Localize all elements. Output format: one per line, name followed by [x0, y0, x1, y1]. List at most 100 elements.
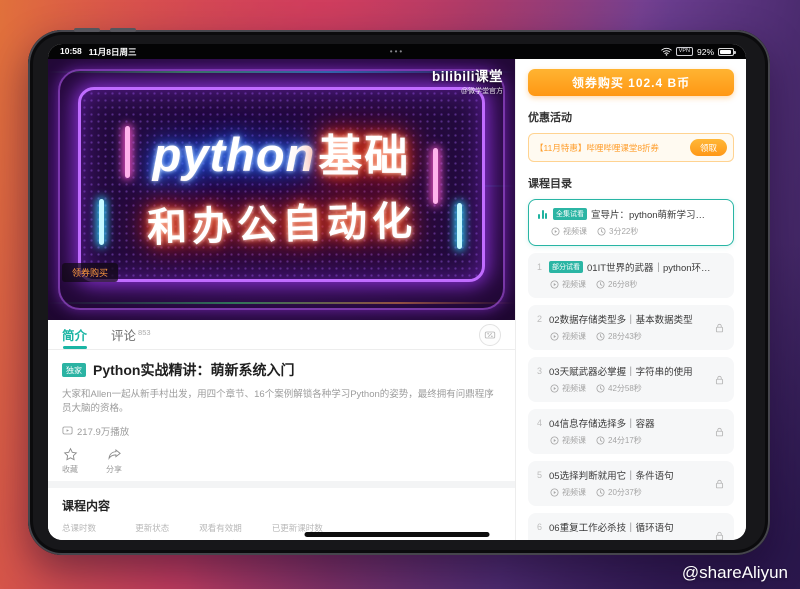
episode-card[interactable]: 3 03天赋武器必掌握｜字符串的使用 视频课 42分58秒	[528, 357, 734, 402]
lock-icon	[714, 322, 725, 333]
stat-value: 30课时	[272, 538, 323, 541]
neon-tube	[125, 126, 130, 178]
course-content-heading: 课程内容	[62, 497, 501, 514]
trial-badge: 部分试看	[549, 261, 583, 273]
episode-card[interactable]: 2 02数据存储类型多｜基本数据类型 视频课 28分43秒	[528, 305, 734, 350]
coupon-buy-chip[interactable]: 领券购买	[62, 263, 118, 282]
episode-meta-row: 视频课 25分32秒	[550, 539, 725, 540]
vpn-badge: VPN	[676, 47, 693, 56]
episode-meta-row: 视频课 26分8秒	[550, 279, 725, 290]
buy-button[interactable]: 领券购买 102.4 B币	[528, 69, 734, 96]
episode-number: 2	[537, 314, 545, 324]
episode-type-label: 视频课	[563, 226, 587, 237]
stat-label: 更新状态	[135, 522, 169, 534]
episode-duration: 24分17秒	[608, 435, 642, 446]
lock-icon	[714, 478, 725, 489]
tab-intro[interactable]: 简介	[62, 320, 87, 349]
neon-billboard: python 基础 和办公自动化	[78, 87, 485, 282]
video-player[interactable]: python 基础 和办公自动化 bilibili课堂 @微学堂官方 领券购买	[48, 59, 515, 320]
lock-icon	[714, 374, 725, 385]
play-circle-icon	[550, 332, 559, 341]
episode-card[interactable]: 全集试看 宣导片：python萌新学习指南 视频课 3分22秒	[528, 199, 734, 246]
stat-value: 共30课时	[62, 538, 105, 541]
episode-duration: 42分58秒	[608, 383, 642, 394]
lock-icon	[714, 426, 725, 437]
wifi-icon	[661, 47, 672, 56]
tab-comments[interactable]: 评论853	[111, 325, 151, 344]
episode-title: 05选择判断就用它｜条件语句	[549, 468, 674, 482]
coupon-text: 【11月特惠】哔哩哔哩课堂8折券	[535, 142, 684, 154]
multitask-dots-icon[interactable]: •••	[390, 48, 404, 56]
star-icon	[63, 447, 78, 462]
tablet-device: 10:58 11月8日周三 ••• VPN 92%	[28, 30, 770, 555]
neon-tube	[457, 203, 462, 249]
episode-meta-row: 视频课 42分58秒	[550, 383, 725, 394]
episode-number: 6	[537, 522, 545, 532]
coupon-banner: 【11月特惠】哔哩哔哩课堂8折券 领取	[528, 133, 734, 162]
course-info-panel: 简介 评论853 独家 Python实战精讲：萌新系统入门 大家和Allen一起…	[48, 320, 515, 540]
episode-list: 全集试看 宣导片：python萌新学习指南 视频课 3分22秒 1 部分试看 0…	[528, 199, 734, 540]
episode-duration: 3分22秒	[609, 226, 638, 237]
left-column: python 基础 和办公自动化 bilibili课堂 @微学堂官方 领券购买	[48, 59, 515, 540]
exclusive-badge: 独家	[62, 363, 86, 377]
episode-type-label: 视频课	[562, 279, 586, 290]
status-time: 10:58	[60, 46, 82, 58]
home-indicator[interactable]	[305, 532, 490, 537]
glitch-line	[48, 302, 515, 304]
neon-subtitle: 和办公自动化	[146, 188, 417, 253]
play-circle-icon	[550, 384, 559, 393]
episode-title: 宣导片：python萌新学习指南	[591, 207, 710, 221]
catalog-heading: 课程目录	[528, 175, 734, 191]
episode-duration: 25分32秒	[608, 539, 642, 540]
volume-down-button[interactable]	[110, 28, 136, 32]
comments-count: 853	[138, 328, 151, 337]
episode-duration: 20分37秒	[608, 487, 642, 498]
claim-coupon-button[interactable]: 领取	[690, 139, 727, 156]
favorite-button[interactable]: 收藏	[62, 447, 78, 475]
neon-tube	[99, 199, 104, 245]
promo-heading: 优惠活动	[528, 109, 734, 125]
course-sidebar: 领券购买 102.4 B币 优惠活动 【11月特惠】哔哩哔哩课堂8折券 领取 课…	[515, 59, 746, 540]
clock-icon	[596, 488, 605, 497]
clock-icon	[596, 384, 605, 393]
play-circle-icon	[550, 488, 559, 497]
episode-card[interactable]: 4 04信息存储选择多｜容器 视频课 24分17秒	[528, 409, 734, 454]
episode-type-label: 视频课	[562, 383, 586, 394]
section-divider	[48, 481, 515, 488]
lock-icon	[714, 530, 725, 540]
episode-title: 02数据存储类型多｜基本数据类型	[549, 312, 693, 326]
status-bar: 10:58 11月8日周三 ••• VPN 92%	[48, 44, 746, 59]
episode-number: 4	[537, 418, 545, 428]
clock-icon	[596, 436, 605, 445]
stat-label: 总课时数	[62, 522, 105, 534]
episode-title: 01IT世界的武器｜python环境搭建_第一个	[587, 260, 711, 274]
tab-bar: 简介 评论853	[48, 320, 515, 350]
equalizer-icon	[538, 209, 547, 219]
episode-card[interactable]: 5 05选择判断就用它｜条件语句 视频课 20分37秒	[528, 461, 734, 506]
course-title: Python实战精讲：萌新系统入门	[93, 360, 294, 380]
episode-number: 3	[537, 366, 545, 376]
episode-title: 03天赋武器必掌握｜字符串的使用	[549, 364, 693, 378]
episode-meta-row: 视频课 3分22秒	[551, 226, 724, 237]
watermark: @shareAliyun	[682, 563, 788, 583]
stat-value: 已完结	[135, 538, 169, 541]
clock-icon	[596, 280, 605, 289]
episode-card[interactable]: 1 部分试看 01IT世界的武器｜python环境搭建_第一个 视频课 26分8…	[528, 253, 734, 298]
uploader-handle: @微学堂官方	[432, 86, 503, 96]
episode-card[interactable]: 6 06重复工作必杀技｜循环语句 视频课 25分32秒	[528, 513, 734, 540]
episode-type-label: 视频课	[562, 435, 586, 446]
bilibili-classroom-logo: bilibili课堂 @微学堂官方	[432, 65, 503, 96]
play-circle-icon	[550, 280, 559, 289]
episode-type-label: 视频课	[562, 539, 586, 540]
episode-number: 1	[537, 262, 545, 272]
play-icon	[62, 425, 73, 436]
play-circle-icon	[550, 436, 559, 445]
episode-duration: 28分43秒	[608, 331, 642, 342]
share-button[interactable]: 分享	[106, 447, 122, 475]
volume-up-button[interactable]	[74, 28, 100, 32]
stat-label: 观看有效期	[199, 522, 242, 534]
episode-number: 5	[537, 470, 545, 480]
coupon-icon[interactable]	[479, 324, 501, 346]
status-date: 11月8日周三	[89, 46, 137, 58]
share-icon	[107, 447, 122, 462]
